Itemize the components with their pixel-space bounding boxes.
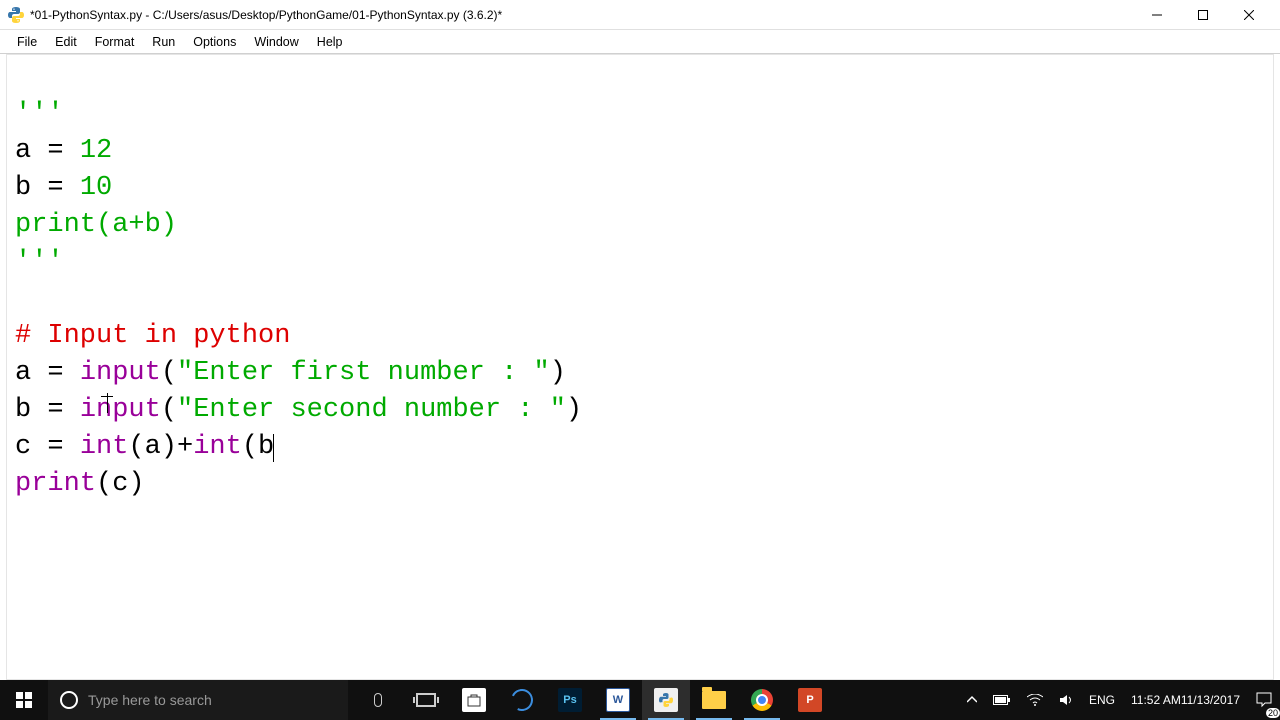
code-token: (c) <box>96 469 145 499</box>
start-button[interactable] <box>0 680 48 720</box>
taskbar-search[interactable]: Type here to search <box>48 680 348 720</box>
menu-options[interactable]: Options <box>184 32 245 52</box>
menu-bar: File Edit Format Run Options Window Help <box>0 30 1280 54</box>
explorer-app-icon[interactable] <box>690 680 738 720</box>
code-token: int <box>193 432 242 462</box>
code-token: input <box>80 358 161 388</box>
window-title: *01-PythonSyntax.py - C:/Users/asus/Desk… <box>30 8 1134 22</box>
window-title-bar: *01-PythonSyntax.py - C:/Users/asus/Desk… <box>0 0 1280 30</box>
code-token: c = <box>15 432 80 462</box>
menu-window[interactable]: Window <box>245 32 307 52</box>
code-token: input <box>80 395 161 425</box>
clock-time: 11:52 AM <box>1131 693 1181 707</box>
word-app-icon[interactable]: W <box>594 680 642 720</box>
code-line: ''' <box>15 99 64 129</box>
code-token: ) <box>550 358 566 388</box>
notification-count: 20 <box>1266 708 1280 718</box>
code-token: "Enter first number : " <box>177 358 550 388</box>
menu-help[interactable]: Help <box>308 32 352 52</box>
code-token: print <box>15 210 96 240</box>
code-line: # Input in python <box>15 321 290 351</box>
code-token: ( <box>161 395 177 425</box>
code-token: 10 <box>80 173 112 203</box>
photoshop-app-icon[interactable]: Ps <box>546 680 594 720</box>
code-token: b = <box>15 395 80 425</box>
battery-icon[interactable] <box>985 680 1019 720</box>
idle-app-icon[interactable] <box>642 680 690 720</box>
tray-chevron-icon[interactable] <box>959 680 985 720</box>
search-placeholder: Type here to search <box>88 692 212 708</box>
code-token: a = <box>15 136 80 166</box>
code-token: print <box>15 469 96 499</box>
code-line: ''' <box>15 247 64 277</box>
volume-icon[interactable] <box>1051 680 1081 720</box>
wifi-icon[interactable] <box>1019 680 1051 720</box>
close-button[interactable] <box>1226 0 1272 30</box>
menu-edit[interactable]: Edit <box>46 32 86 52</box>
system-tray: ENG 11:52 AM 11/13/2017 20 <box>959 680 1280 720</box>
code-token: ( <box>161 358 177 388</box>
clock-date: 11/13/2017 <box>1181 693 1240 707</box>
code-token: (a)+ <box>128 432 193 462</box>
code-token: (a+b) <box>96 210 177 240</box>
code-token: (b <box>242 432 274 462</box>
code-token: ) <box>566 395 582 425</box>
menu-file[interactable]: File <box>8 32 46 52</box>
menu-run[interactable]: Run <box>143 32 184 52</box>
mic-icon[interactable] <box>354 680 402 720</box>
menu-format[interactable]: Format <box>86 32 144 52</box>
taskbar-clock[interactable]: 11:52 AM 11/13/2017 <box>1123 680 1248 720</box>
code-token: "Enter second number : " <box>177 395 566 425</box>
chrome-app-icon[interactable] <box>738 680 786 720</box>
action-center-icon[interactable]: 20 <box>1248 680 1280 720</box>
code-token: a = <box>15 358 80 388</box>
code-editor[interactable]: ''' a = 12 b = 10 print(a+b) ''' # Input… <box>6 54 1274 680</box>
task-view-button[interactable] <box>402 680 450 720</box>
window-controls <box>1134 0 1272 30</box>
cortana-icon <box>60 691 78 709</box>
language-indicator[interactable]: ENG <box>1081 680 1123 720</box>
minimize-button[interactable] <box>1134 0 1180 30</box>
python-icon <box>8 7 24 23</box>
edge-app-icon[interactable] <box>498 680 546 720</box>
code-token: b = <box>15 173 80 203</box>
code-token: 12 <box>80 136 112 166</box>
powerpoint-app-icon[interactable]: P <box>786 680 834 720</box>
text-mouse-cursor-icon <box>101 393 113 413</box>
taskbar-apps: Ps W P <box>354 680 834 720</box>
store-app-icon[interactable] <box>450 680 498 720</box>
code-token: int <box>80 432 129 462</box>
text-cursor <box>273 434 274 462</box>
maximize-button[interactable] <box>1180 0 1226 30</box>
taskbar: Type here to search Ps W P ENG 11:52 AM … <box>0 680 1280 720</box>
